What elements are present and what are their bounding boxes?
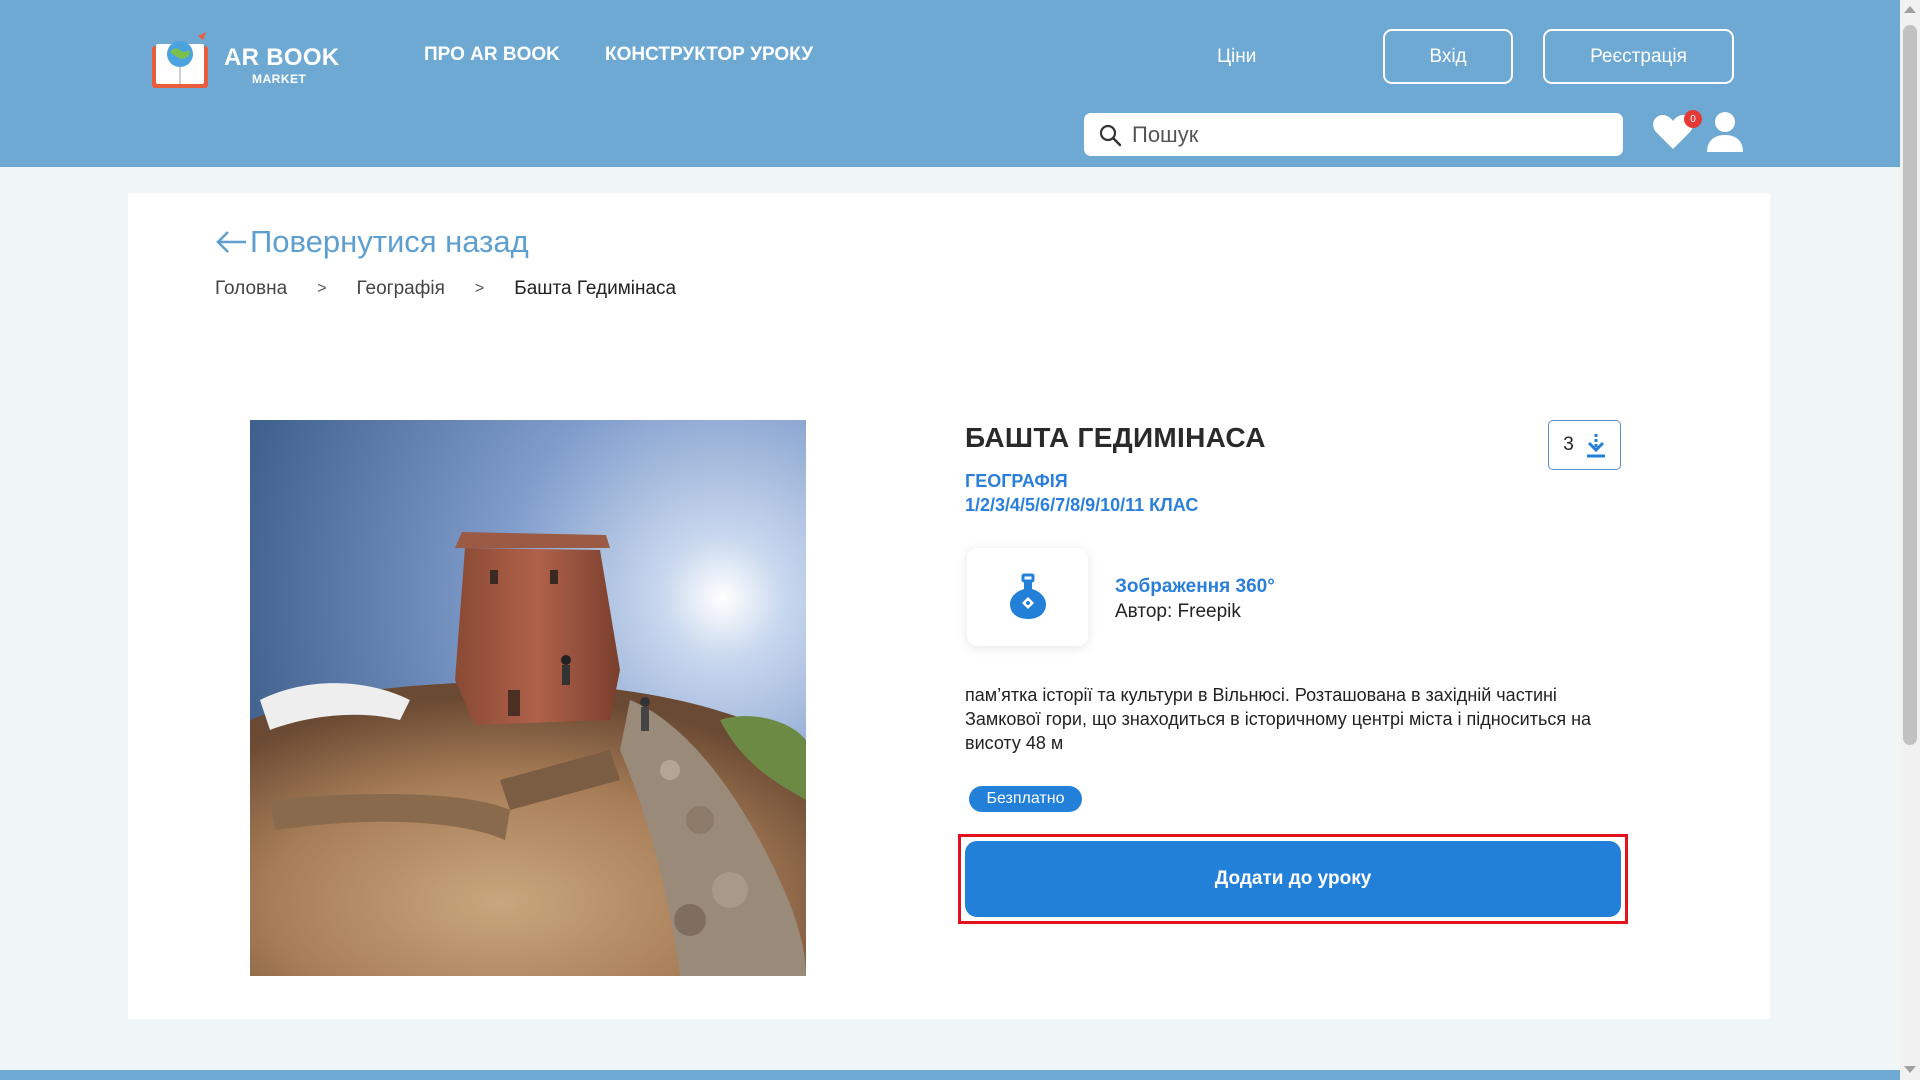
footer <box>0 1070 1900 1080</box>
back-label: Повернутися назад <box>250 224 529 259</box>
logo-title: AR BOOK <box>224 44 340 71</box>
product-description: пам’ятка історії та культури в Вільнюсі.… <box>965 685 1592 753</box>
register-button[interactable]: Реєстрація <box>1543 29 1734 84</box>
product-image[interactable] <box>250 420 806 976</box>
download-icon <box>1586 434 1605 458</box>
nav-prices[interactable]: Ціни <box>1217 46 1256 68</box>
user-icon[interactable] <box>1704 110 1746 154</box>
back-link[interactable]: Повернутися назад <box>214 224 529 260</box>
add-to-lesson-button[interactable]: Додати до уроку <box>965 841 1621 917</box>
content-type-name: Зображення 360° <box>1115 576 1275 597</box>
scroll-up-arrow-icon[interactable] <box>1904 6 1916 13</box>
login-button[interactable]: Вхід <box>1383 29 1513 84</box>
content-type-tile <box>967 548 1088 646</box>
logo-subtitle: MARKET <box>252 72 307 86</box>
breadcrumb-geography[interactable]: Географія <box>357 278 445 300</box>
breadcrumb: Головна > Географія > Башта Гедимінаса <box>215 278 676 300</box>
nav-lesson-builder[interactable]: КОНСТРУКТОР УРОКУ <box>605 44 813 66</box>
nav-about[interactable]: ПРО AR BOOK <box>424 44 560 66</box>
breadcrumb-separator: > <box>317 280 327 297</box>
product-author: Автор: Freepik <box>1115 601 1241 622</box>
price-badge: Безплатно <box>969 786 1082 812</box>
scroll-down-arrow-icon[interactable] <box>1904 1066 1916 1073</box>
breadcrumb-home[interactable]: Головна <box>215 278 287 300</box>
breadcrumb-current: Башта Гедимінаса <box>514 278 677 299</box>
favorites-count-badge: 0 <box>1684 110 1702 128</box>
download-count: 3 <box>1563 434 1574 455</box>
logo-book-icon <box>152 32 208 88</box>
product-grades: 1/2/3/4/5/6/7/8/9/10/11 КЛАС <box>965 495 1199 515</box>
download-button[interactable]: 3 <box>1548 420 1621 470</box>
flask-icon <box>1009 573 1046 619</box>
site-header: AR BOOK MARKET ПРО AR BOOK КОНСТРУКТОР У… <box>0 0 1900 167</box>
logo[interactable]: AR BOOK MARKET <box>148 22 348 94</box>
search-box <box>1084 113 1623 156</box>
product-subject[interactable]: ГЕОГРАФІЯ <box>965 471 1068 492</box>
search-input[interactable] <box>1132 113 1612 156</box>
search-icon <box>1099 124 1122 147</box>
arrow-left-icon <box>216 231 246 253</box>
scrollbar-thumb[interactable] <box>1903 25 1917 745</box>
product-title: БАШТА ГЕДИМІНАСА <box>965 422 1266 453</box>
breadcrumb-separator: > <box>474 280 485 297</box>
